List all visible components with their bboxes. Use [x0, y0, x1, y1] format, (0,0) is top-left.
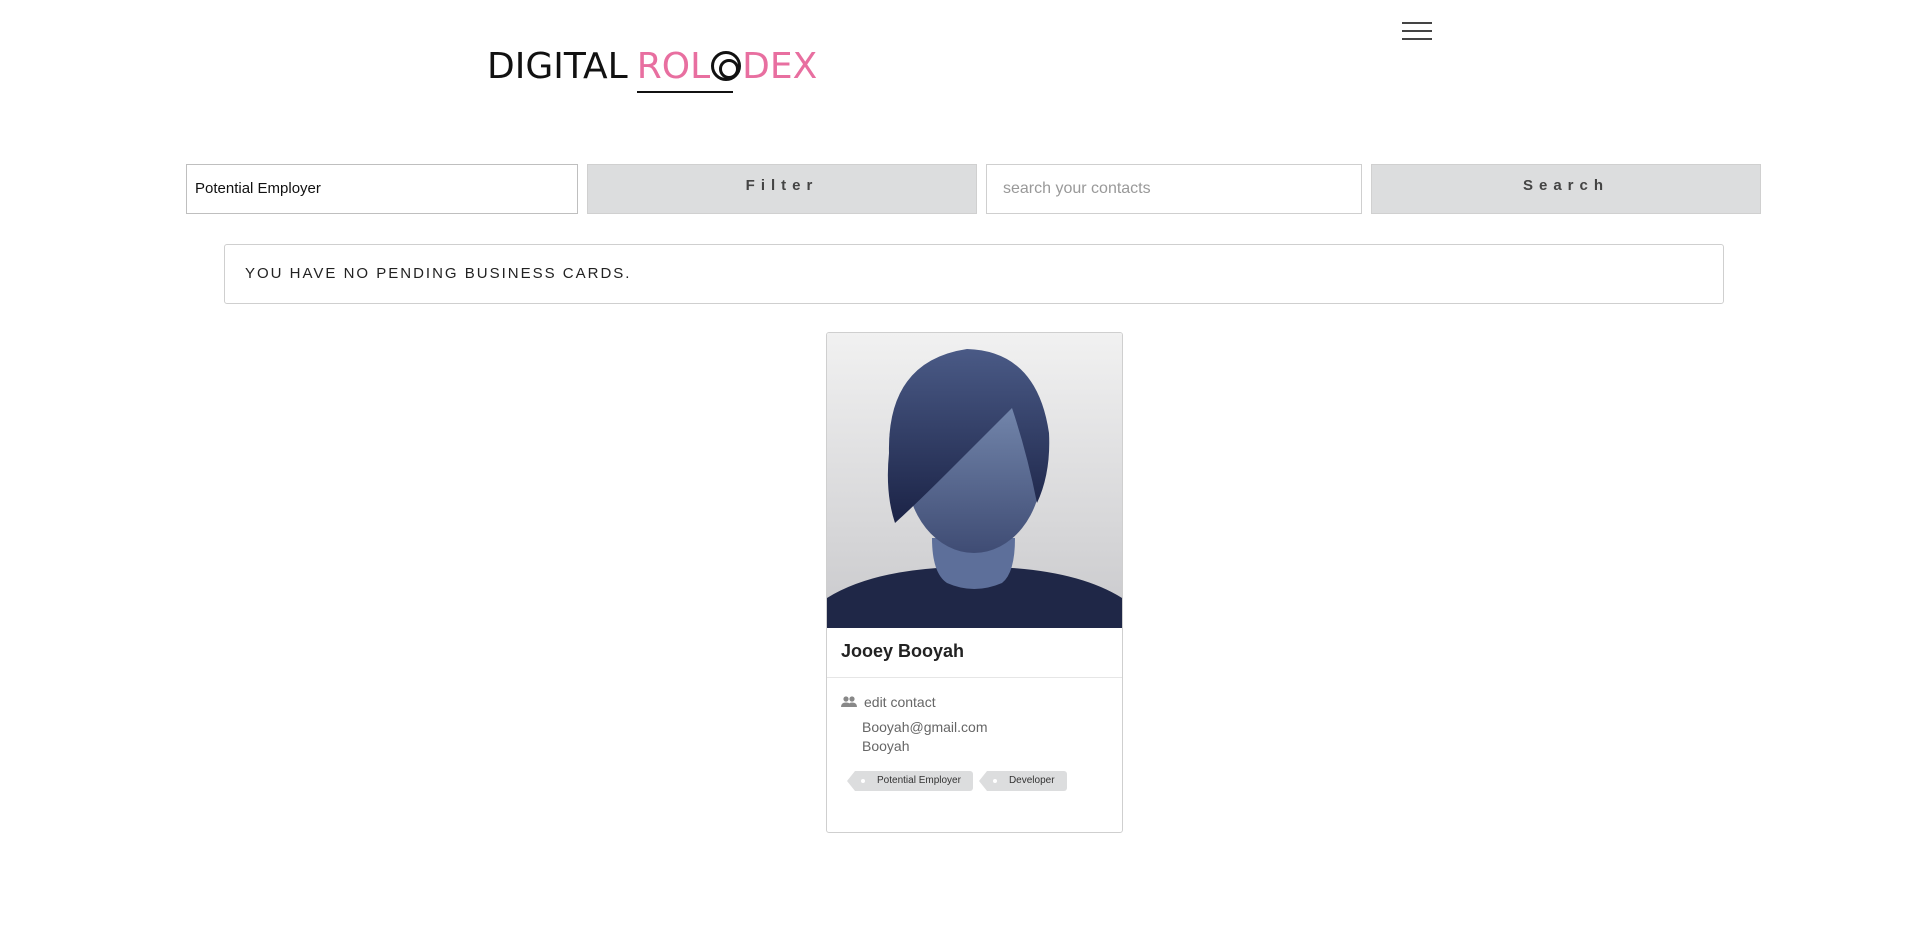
pending-cards-notice: YOU HAVE NO PENDING BUSINESS CARDS. [224, 244, 1724, 304]
edit-contact-link[interactable]: edit contact [841, 692, 1108, 712]
search-button[interactable]: Search [1371, 164, 1761, 214]
contact-card[interactable]: Jooey Booyah edit contact Booyah@gmail.c… [826, 332, 1123, 833]
users-icon [841, 696, 857, 707]
contact-company: Booyah [862, 738, 910, 754]
tag-developer[interactable]: Developer [978, 771, 1067, 791]
category-filter-select[interactable]: Potential Employer [186, 164, 578, 214]
app-logo[interactable]: DIGITAL ROL DEX [487, 44, 818, 93]
logo-text-dex: DEX [742, 45, 818, 87]
search-input[interactable]: search your contacts [986, 164, 1362, 214]
hamburger-menu-icon[interactable] [1402, 22, 1432, 44]
logo-text-digital: DIGITAL [487, 45, 628, 87]
logo-underline [636, 90, 733, 93]
logo-target-icon [711, 51, 742, 81]
filter-button[interactable]: Filter [587, 164, 977, 214]
tag-potential-employer[interactable]: Potential Employer [847, 771, 973, 791]
edit-contact-label: edit contact [864, 694, 936, 710]
contact-email: Booyah@gmail.com [862, 719, 988, 735]
avatar-placeholder-icon [827, 333, 1122, 628]
logo-text-rolodex: ROL DEX [636, 45, 818, 93]
contact-name: Jooey Booyah [827, 628, 1122, 678]
logo-text-rol: ROL [636, 45, 711, 87]
